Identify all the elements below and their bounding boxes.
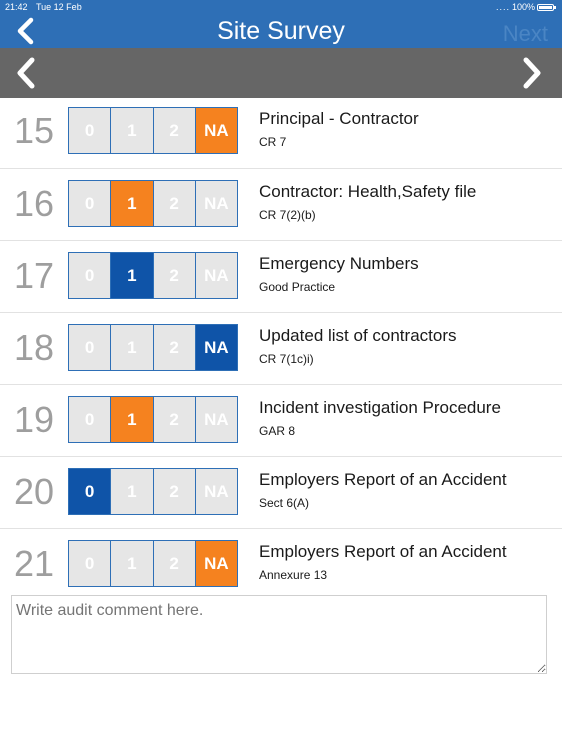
- question-reference: CR 7(1c)i): [259, 352, 314, 366]
- score-selector: 0 1 2 NA: [68, 180, 238, 227]
- signal-indicator: ....: [496, 2, 511, 12]
- battery-percent: 100%: [512, 2, 536, 12]
- score-option-2[interactable]: 2: [152, 325, 195, 370]
- score-option-na[interactable]: NA: [194, 253, 237, 298]
- score-option-2[interactable]: 2: [152, 108, 195, 153]
- question-number: 17: [14, 255, 55, 296]
- pager-bar: [0, 48, 562, 98]
- survey-row: 20 0 1 2 NA Employers Report of an Accident Se…: [0, 456, 562, 528]
- survey-row: 16 0 1 2 NA Contractor: Health,Safety file CR …: [0, 168, 562, 240]
- score-option-1[interactable]: 1: [110, 325, 152, 370]
- score-option-2[interactable]: 2: [152, 181, 195, 226]
- question-number: 19: [14, 399, 55, 440]
- score-option-0[interactable]: 0: [69, 397, 110, 442]
- survey-question-list: 15 0 1 2 NA Principal - Contractor CR 7 16 0 1 2 NA…: [0, 96, 562, 600]
- score-option-0[interactable]: 0: [69, 181, 110, 226]
- survey-row: 18 0 1 2 NA Updated list of contractors CR 7(1…: [0, 312, 562, 384]
- score-selector: 0 1 2 NA: [68, 107, 238, 154]
- score-option-0[interactable]: 0: [69, 469, 111, 514]
- question-number: 16: [14, 183, 55, 224]
- score-option-2[interactable]: 2: [152, 541, 195, 586]
- score-option-2[interactable]: 2: [152, 397, 195, 442]
- status-date: Tue 12 Feb: [36, 2, 82, 12]
- question-number: 15: [14, 110, 55, 151]
- score-option-na[interactable]: NA: [194, 325, 237, 370]
- question-reference: Annexure 13: [259, 568, 328, 582]
- score-option-1[interactable]: 1: [110, 469, 152, 514]
- question-title: Employers Report of an Accident: [259, 470, 507, 489]
- score-selector: 0 1 2 NA: [68, 324, 238, 371]
- question-title: Incident investigation Procedure: [259, 398, 501, 417]
- score-option-1[interactable]: 1: [110, 108, 152, 153]
- score-option-na[interactable]: NA: [194, 469, 237, 514]
- question-reference: Good Practice: [259, 280, 336, 294]
- score-selector: 0 1 2 NA: [68, 252, 238, 299]
- question-number: 21: [14, 543, 55, 584]
- question-title: Emergency Numbers: [259, 254, 419, 273]
- score-option-1[interactable]: 1: [110, 397, 153, 442]
- score-option-na[interactable]: NA: [194, 541, 237, 586]
- question-title: Principal - Contractor: [259, 109, 419, 128]
- status-bar: 21:42 Tue 12 Feb .... 100%: [0, 0, 562, 14]
- score-option-2[interactable]: 2: [152, 469, 195, 514]
- question-title: Contractor: Health,Safety file: [259, 182, 477, 201]
- score-option-na[interactable]: NA: [194, 397, 237, 442]
- score-selector: 0 1 2 NA: [68, 396, 238, 443]
- question-title: Updated list of contractors: [259, 326, 457, 345]
- audit-comment-field[interactable]: [11, 595, 547, 674]
- question-reference: Sect 6(A): [259, 496, 310, 510]
- score-option-1[interactable]: 1: [110, 253, 153, 298]
- back-chevron-icon[interactable]: [12, 16, 42, 46]
- status-time: 21:42: [5, 2, 28, 12]
- score-option-0[interactable]: 0: [69, 253, 110, 298]
- score-option-na[interactable]: NA: [194, 108, 237, 153]
- score-option-na[interactable]: NA: [194, 181, 237, 226]
- score-option-0[interactable]: 0: [69, 541, 110, 586]
- question-title: Employers Report of an Accident: [259, 542, 507, 561]
- survey-row: 15 0 1 2 NA Principal - Contractor CR 7: [0, 96, 562, 168]
- score-option-2[interactable]: 2: [152, 253, 195, 298]
- battery-icon: [537, 4, 556, 11]
- page-title: Site Survey: [217, 17, 345, 45]
- survey-row: 17 0 1 2 NA Emergency Numbers Good Practice: [0, 240, 562, 312]
- score-selector: 0 1 2 NA: [68, 468, 238, 515]
- previous-page-chevron-icon[interactable]: [10, 55, 44, 91]
- score-selector: 0 1 2 NA: [68, 540, 238, 587]
- question-reference: GAR 8: [259, 424, 296, 438]
- score-option-1[interactable]: 1: [110, 181, 153, 226]
- question-number: 18: [14, 327, 55, 368]
- nav-bar: Site Survey Next: [0, 14, 562, 48]
- question-number: 20: [14, 471, 55, 512]
- score-option-0[interactable]: 0: [69, 108, 110, 153]
- question-reference: CR 7(2)(b): [259, 208, 316, 222]
- next-page-chevron-icon[interactable]: [514, 55, 548, 91]
- question-reference: CR 7: [259, 135, 287, 149]
- score-option-1[interactable]: 1: [110, 541, 152, 586]
- survey-row: 21 0 1 2 NA Employers Report of an Accident An…: [0, 528, 562, 600]
- survey-row: 19 0 1 2 NA Incident investigation Procedure G…: [0, 384, 562, 456]
- score-option-0[interactable]: 0: [69, 325, 110, 370]
